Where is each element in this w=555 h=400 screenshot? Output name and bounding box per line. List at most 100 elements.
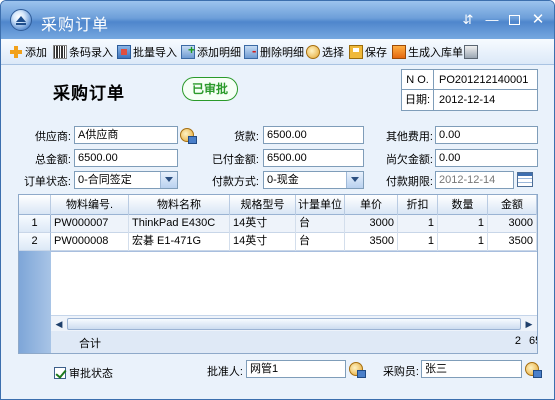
column-header[interactable]: 计量单位 [296, 195, 345, 215]
inbound-doc-icon [392, 45, 406, 59]
order-no-value: PO201212140001 [439, 73, 529, 86]
barcode-label: 条码录入 [69, 47, 113, 59]
cell-quantity[interactable]: 1 [438, 215, 488, 233]
order-status-label: 订单状态: [23, 176, 71, 188]
add-row-icon [181, 43, 195, 59]
owed-amount-label: 尚欠金额: [385, 154, 433, 166]
other-fee-field[interactable]: 0.00 [435, 126, 538, 144]
paid-amount-field[interactable]: 6500.00 [263, 149, 364, 167]
select-button[interactable]: 选择 [306, 43, 344, 61]
owed-amount-field[interactable]: 0.00 [435, 149, 538, 167]
batch-import-button[interactable]: 批量导入 [117, 43, 177, 61]
save-icon [349, 45, 363, 59]
cell-unit[interactable]: 台 [296, 233, 345, 251]
cell-amount[interactable]: 3000 [488, 215, 537, 233]
cell-discount[interactable]: 1 [398, 215, 438, 233]
column-header[interactable]: 物料编号. [51, 195, 129, 215]
approver-lookup-icon[interactable] [349, 362, 366, 378]
order-date-label: 日期: [402, 90, 434, 110]
checkbox-checked-icon [54, 367, 66, 379]
plus-icon [9, 45, 23, 59]
close-button[interactable]: ✕ [531, 12, 545, 27]
cell-code[interactable]: PW000007 [51, 215, 129, 233]
document-title: 采购订单 [53, 84, 125, 103]
cell-price[interactable]: 3500 [345, 233, 398, 251]
purchaser-label: 采购员: [382, 366, 419, 378]
calendar-icon[interactable] [517, 172, 533, 187]
column-header[interactable]: 物料名称 [129, 195, 230, 215]
column-header[interactable]: 数量 [438, 195, 488, 215]
maximize-button[interactable] [509, 15, 520, 25]
order-status-select[interactable]: 0-合同签定 [74, 171, 178, 189]
grid-empty-area[interactable] [51, 252, 537, 315]
delete-detail-button[interactable]: 删除明细 [244, 43, 304, 61]
chevron-down-icon [165, 177, 173, 182]
minimize-button[interactable]: — [485, 13, 499, 27]
purchaser-field[interactable]: 张三 [421, 360, 522, 378]
select-icon [306, 45, 320, 59]
batch-import-label: 批量导入 [133, 47, 177, 59]
restore-icon[interactable]: ⇵ [461, 13, 475, 27]
cell-spec[interactable]: 14英寸 [230, 233, 296, 251]
horizontal-scrollbar[interactable]: ◀ ▶ [51, 315, 537, 331]
cell-price[interactable]: 3000 [345, 215, 398, 233]
column-header[interactable]: 单价 [345, 195, 398, 215]
chevron-down-icon [351, 177, 359, 182]
delete-detail-label: 删除明细 [260, 47, 304, 59]
row-number[interactable]: 1 [19, 215, 51, 233]
order-date-row: 日期: 2012-12-14 [402, 90, 537, 110]
cell-spec[interactable]: 14英寸 [230, 215, 296, 233]
cell-name[interactable]: ThinkPad E430C [129, 215, 230, 233]
add-detail-label: 添加明细 [197, 47, 241, 59]
cell-name[interactable]: 宏碁 E1-471G [129, 233, 230, 251]
approval-status-checkbox[interactable]: 审批状态 [54, 365, 113, 381]
cell-code[interactable]: PW000008 [51, 233, 129, 251]
detail-grid: 物料编号. 物料名称 规格型号 计量单位 单价 折扣 数量 金额 1 PW000… [18, 194, 538, 354]
print-button[interactable] [464, 43, 480, 61]
total-amount-field[interactable]: 6500.00 [74, 149, 178, 167]
cell-unit[interactable]: 台 [296, 215, 345, 233]
other-fee-label: 其他费用: [385, 131, 433, 143]
add-button[interactable]: 添加 [9, 43, 47, 61]
supplier-field[interactable]: A供应商 [74, 126, 178, 144]
table-row[interactable]: PW000007 ThinkPad E430C 14英寸 台 3000 1 1 … [51, 215, 537, 233]
toolbar: 添加 条码录入 批量导入 添加明细 删除明细 选择 保存 生成入库单 [1, 39, 554, 65]
barcode-entry-button[interactable]: 条码录入 [53, 43, 113, 61]
window-title: 采购订单 [41, 17, 110, 34]
order-date-value: 2012-12-14 [439, 94, 496, 106]
approver-field[interactable]: 网管1 [246, 360, 346, 378]
cell-discount[interactable]: 1 [398, 233, 438, 251]
scrollbar-thumb[interactable] [67, 318, 521, 330]
approval-status-label: 审批状态 [69, 368, 113, 380]
grid-total-row: 合计 2 6500 [51, 331, 537, 353]
payment-method-select[interactable]: 0-现金 [263, 171, 364, 189]
scroll-left-icon[interactable]: ◀ [52, 318, 66, 330]
print-icon [464, 45, 478, 59]
total-label: 合计 [79, 338, 101, 350]
order-no-row: N O. PO201212140001 [402, 69, 537, 90]
scroll-right-icon[interactable]: ▶ [522, 318, 536, 330]
cell-quantity[interactable]: 1 [438, 233, 488, 251]
order-status-value: 0-合同签定 [78, 174, 132, 186]
add-detail-button[interactable]: 添加明细 [181, 43, 241, 61]
goods-amount-field[interactable]: 6500.00 [263, 126, 364, 144]
payment-due-label: 付款期限: [385, 176, 433, 188]
payment-due-field[interactable]: 2012-12-14 [435, 171, 514, 189]
purchaser-lookup-icon[interactable] [525, 362, 542, 378]
column-header[interactable]: 规格型号 [230, 195, 296, 215]
app-icon [10, 9, 32, 31]
row-header-corner [19, 195, 51, 215]
purchase-order-window: 采购订单 ⇵ — ✕ 添加 条码录入 批量导入 添加明细 删除明细 选择 [0, 0, 555, 400]
approver-label: 批准人: [206, 366, 243, 378]
column-header[interactable]: 金额 [488, 195, 537, 215]
column-header[interactable]: 折扣 [398, 195, 438, 215]
order-number-box: N O. PO201212140001 日期: 2012-12-14 [401, 69, 538, 111]
save-button[interactable]: 保存 [349, 43, 387, 61]
title-bar: 采购订单 ⇵ — ✕ [1, 1, 554, 39]
table-row[interactable]: PW000008 宏碁 E1-471G 14英寸 台 3500 1 1 3500 [51, 233, 537, 251]
row-number[interactable]: 2 [19, 233, 51, 251]
generate-inbound-button[interactable]: 生成入库单 [392, 43, 463, 61]
supplier-label: 供应商: [34, 131, 71, 143]
cell-amount[interactable]: 3500 [488, 233, 537, 251]
supplier-lookup-icon[interactable] [180, 128, 197, 144]
